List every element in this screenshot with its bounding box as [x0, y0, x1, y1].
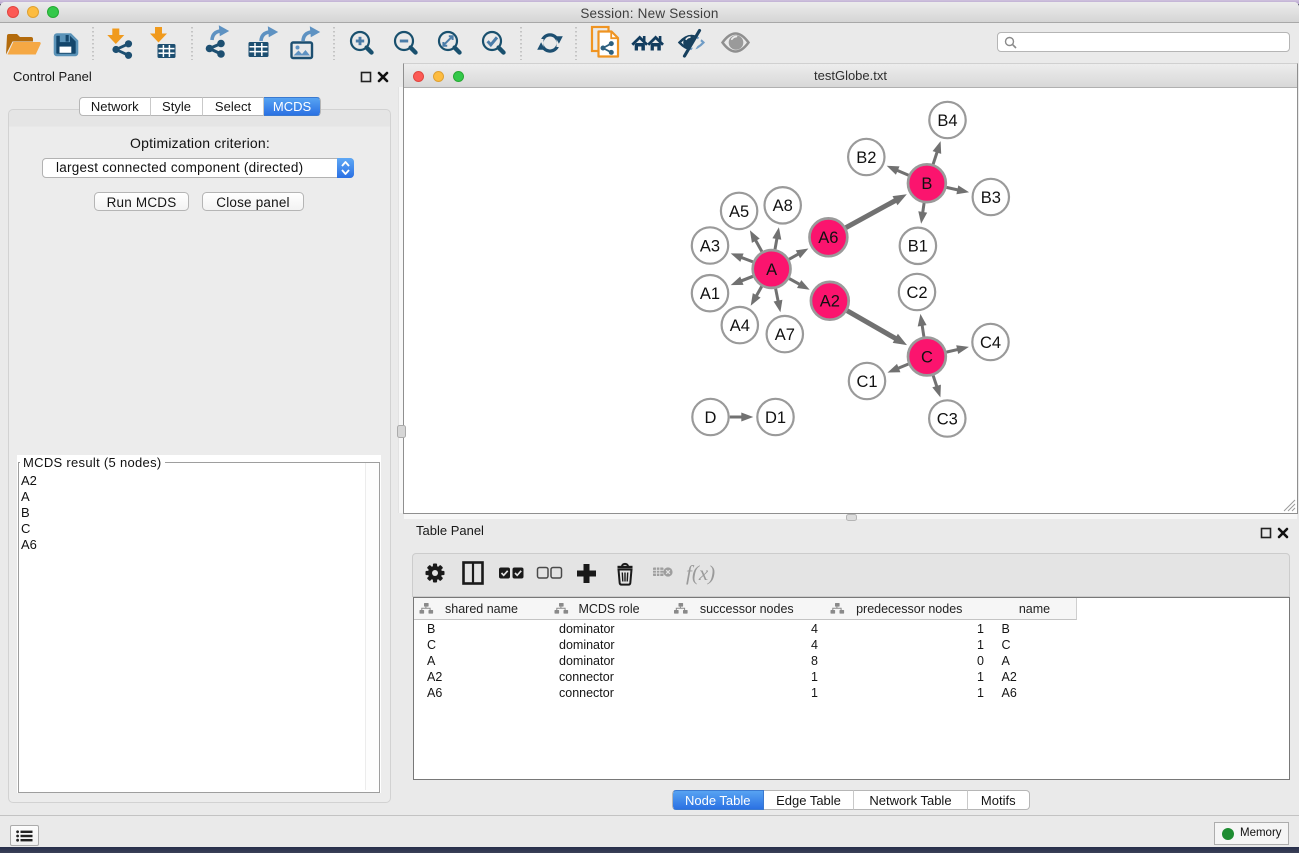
- svg-text:A5: A5: [729, 203, 749, 221]
- svg-text:C1: C1: [856, 373, 877, 391]
- svg-text:A3: A3: [700, 237, 720, 255]
- svg-text:B3: B3: [981, 189, 1001, 207]
- svg-text:A2: A2: [820, 293, 840, 311]
- svg-text:A8: A8: [773, 197, 793, 215]
- svg-text:B1: B1: [908, 238, 928, 256]
- svg-text:A6: A6: [818, 229, 838, 247]
- svg-text:A1: A1: [700, 285, 720, 303]
- svg-text:A7: A7: [775, 326, 795, 344]
- svg-text:B: B: [921, 175, 932, 193]
- svg-text:A: A: [766, 261, 777, 279]
- svg-text:C: C: [921, 348, 933, 366]
- svg-text:D: D: [705, 409, 717, 427]
- svg-text:f(x): f(x): [686, 561, 715, 585]
- svg-text:C3: C3: [937, 410, 958, 428]
- svg-text:C4: C4: [980, 334, 1001, 352]
- svg-text:B4: B4: [937, 112, 957, 130]
- svg-text:B2: B2: [856, 149, 876, 167]
- svg-text:D1: D1: [765, 409, 786, 427]
- svg-text:C2: C2: [906, 284, 927, 302]
- svg-text:A4: A4: [730, 317, 750, 335]
